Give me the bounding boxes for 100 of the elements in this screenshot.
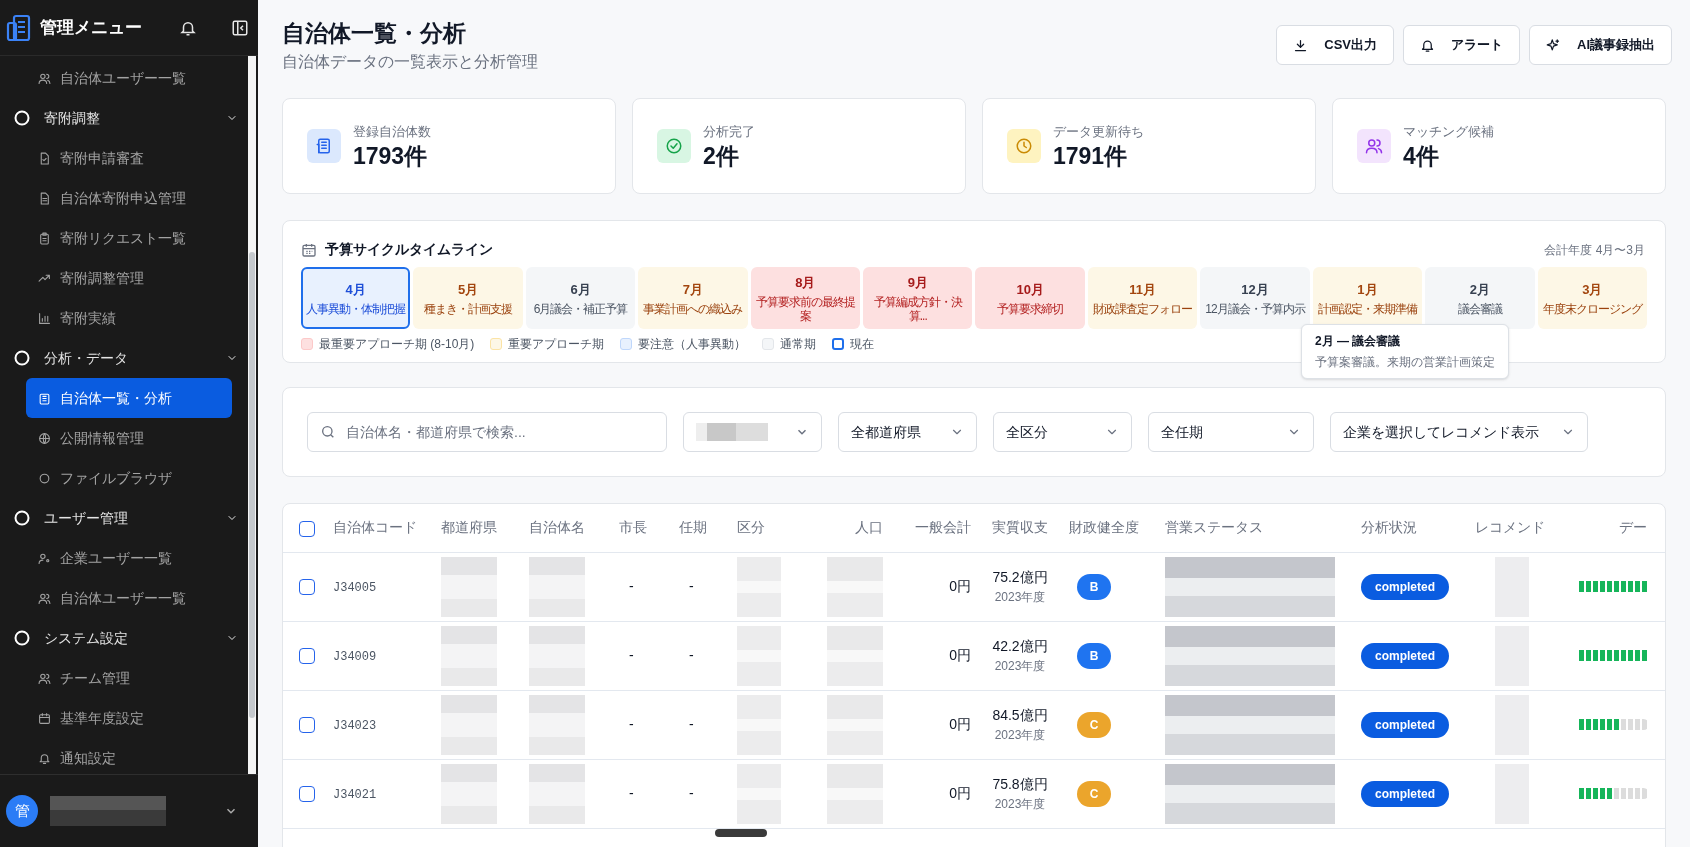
table-cell: 0円 <box>949 578 971 594</box>
column-header[interactable]: 財政健全度 <box>1069 519 1139 536</box>
sidebar-item[interactable]: 寄附申請審査 <box>26 138 232 178</box>
select-field[interactable]: 企業を選択してレコメンド表示 <box>1330 412 1588 452</box>
toolbar-button[interactable]: AI議事録抽出 <box>1529 25 1672 65</box>
row-checkbox[interactable] <box>299 717 315 734</box>
timeline-month[interactable]: 5月 種まき・計画支援 <box>413 267 523 329</box>
legend-swatch <box>832 338 845 350</box>
row-checkbox[interactable] <box>299 786 315 803</box>
month-label: 5月 <box>458 281 479 300</box>
row-checkbox[interactable] <box>299 648 315 665</box>
toolbar-button[interactable]: アラート <box>1403 25 1520 65</box>
column-header[interactable]: 自治体名 <box>529 519 585 536</box>
blurred-block <box>441 763 497 824</box>
sidebar-group[interactable]: 分析・データ <box>14 338 232 378</box>
fiscal-year-label: 会計年度 4月〜3月 <box>1544 241 1645 259</box>
table-cell-text: - <box>628 647 634 663</box>
table-cell-text: - <box>688 578 694 594</box>
sidebar-item[interactable]: 自治体ユーザー一覧 <box>26 58 232 98</box>
timeline-month[interactable]: 2月 議会審議 <box>1425 267 1535 329</box>
balance-amount: 75.2億円 <box>991 568 1049 587</box>
timeline-month[interactable]: 12月 12月議会・予算内示 <box>1200 267 1310 329</box>
health-grade-badge: C <box>1077 711 1111 738</box>
calendar-icon <box>38 711 51 725</box>
sidebar-group[interactable]: ユーザー管理 <box>14 498 232 538</box>
column-header[interactable]: 分析状況 <box>1361 519 1417 536</box>
sidebar-item[interactable]: 寄附実績 <box>26 298 232 338</box>
scrollbar-thumb[interactable] <box>249 252 255 718</box>
collapse-sidebar-icon[interactable] <box>231 18 249 37</box>
column-header[interactable]: 任期 <box>679 519 707 536</box>
sidebar-item[interactable]: 自治体一覧・分析 <box>26 378 232 418</box>
timeline-month[interactable]: 10月 予算要求締切 <box>975 267 1085 329</box>
column-header[interactable]: デー <box>1619 519 1647 536</box>
circle-icon <box>14 630 30 646</box>
column-header[interactable]: 市長 <box>619 519 647 536</box>
user-avatar[interactable]: 管 <box>6 795 38 827</box>
select-field[interactable] <box>683 412 822 452</box>
column-header[interactable]: 営業ステータス <box>1165 519 1263 536</box>
column-header[interactable]: レコメンド <box>1475 519 1545 536</box>
municipality-code: J34005 <box>333 581 377 595</box>
timeline-month[interactable]: 7月 事業計画への織込み <box>638 267 748 329</box>
table-cell: 0円 <box>949 716 971 732</box>
row-checkbox[interactable] <box>299 579 315 596</box>
select-field[interactable]: 全都道府県 <box>838 412 977 452</box>
search-field[interactable]: 自治体名・都道府県で検索... <box>307 412 667 452</box>
bar-chart-icon <box>38 311 51 325</box>
sidebar-item[interactable]: 寄附リクエスト一覧 <box>26 218 232 258</box>
timeline-month[interactable]: 6月 6月議会・補正予算 <box>525 267 636 329</box>
balance-amount: 42.2億円 <box>991 637 1049 656</box>
timeline-month[interactable]: 4月 人事異動・体制把握 <box>301 267 411 329</box>
table-cell-text: - <box>688 647 694 663</box>
month-description: 種まき・計画支援 <box>423 301 514 316</box>
sidebar-item[interactable]: 自治体寄附申込管理 <box>26 178 232 218</box>
fiscal-year: 2023年度 <box>993 658 1047 675</box>
sidebar-group[interactable]: 寄附調整 <box>14 98 232 138</box>
select-field[interactable]: 全区分 <box>993 412 1132 452</box>
month-description: 予算要求前の最終提案 <box>754 294 856 323</box>
column-header[interactable]: 実質収支 <box>992 519 1048 536</box>
timeline-month[interactable]: 9月 予算編成方針・決算... <box>863 267 973 329</box>
timeline-title: 予算サイクルタイムライン <box>325 240 493 259</box>
timeline-month[interactable]: 11月 財政課査定フォロー <box>1087 267 1198 329</box>
sidebar-title: 管理メニュー <box>40 16 142 39</box>
select-value: 全任期 <box>1161 422 1203 442</box>
horizontal-scroll-handle[interactable] <box>715 829 767 837</box>
sidebar-item[interactable]: ファイルブラウザ <box>26 458 232 498</box>
circle-icon <box>14 510 30 526</box>
sidebar-item[interactable]: 公開情報管理 <box>26 418 232 458</box>
table-cell: 0円 <box>949 647 971 663</box>
sidebar-item[interactable]: 自治体ユーザー一覧 <box>26 578 232 618</box>
globe-icon <box>38 431 51 445</box>
status-badge: completed <box>1361 642 1449 669</box>
column-header[interactable]: 人口 <box>855 519 883 536</box>
blurred-block <box>529 694 585 755</box>
column-header[interactable]: 自治体コード <box>333 519 417 536</box>
stat-value: 2件 <box>703 141 740 170</box>
stat-value: 1793件 <box>353 141 429 170</box>
select-all-checkbox[interactable] <box>299 520 315 537</box>
month-label: 8月 <box>795 274 816 293</box>
sidebar-item[interactable]: チーム管理 <box>26 658 232 698</box>
column-header[interactable]: 区分 <box>737 519 765 536</box>
bell-icon <box>38 751 51 765</box>
timeline-month[interactable]: 8月 予算要求前の最終提案 <box>750 267 861 329</box>
column-header[interactable]: 一般会計 <box>915 519 971 536</box>
month-label: 1月 <box>1357 281 1378 300</box>
stat-label: 分析完了 <box>703 123 755 142</box>
sidebar-item[interactable]: 通知設定 <box>26 738 232 774</box>
select-field[interactable]: 全任期 <box>1148 412 1314 452</box>
sidebar-item[interactable]: 企業ユーザー一覧 <box>26 538 232 578</box>
sidebar-item[interactable]: 寄附調整管理 <box>26 258 232 298</box>
sidebar-item[interactable]: 基準年度設定 <box>26 698 232 738</box>
stat-value: 4件 <box>1403 141 1440 170</box>
clock-icon <box>1015 137 1033 155</box>
search-input[interactable]: 自治体名・都道府県で検索... <box>346 421 654 443</box>
balance-amount: 75.8億円 <box>991 775 1049 794</box>
download-icon <box>1293 37 1309 53</box>
toolbar-button[interactable]: CSV出力 <box>1276 25 1394 65</box>
timeline-month[interactable]: 3月 年度末クロージング <box>1537 267 1647 329</box>
sidebar-group[interactable]: システム設定 <box>14 618 232 658</box>
column-header[interactable]: 都道府県 <box>441 519 497 536</box>
legend-label: 通常期 <box>780 336 817 353</box>
